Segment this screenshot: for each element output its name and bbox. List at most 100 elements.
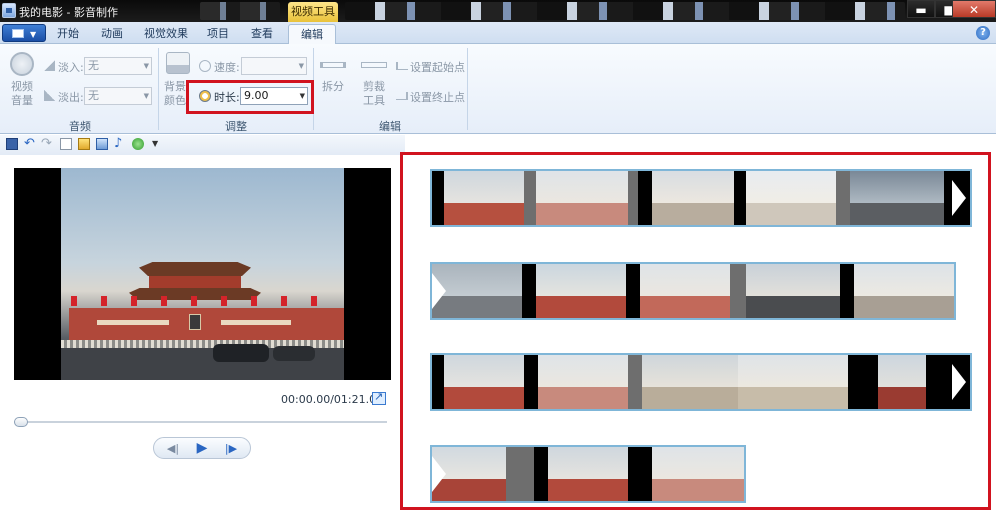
open-project-icon[interactable] bbox=[78, 138, 90, 150]
customize-toolbar-dropdown-icon[interactable]: ▼ bbox=[152, 138, 164, 150]
transition-marker[interactable] bbox=[432, 355, 444, 409]
fade-in-value: 无 bbox=[88, 59, 99, 72]
gate-roof-upper bbox=[139, 262, 251, 276]
video-tools-context-header: 视频工具 bbox=[288, 2, 338, 22]
banner-right bbox=[221, 320, 291, 325]
edit-group-label: 编辑 bbox=[379, 120, 401, 133]
group-divider bbox=[158, 48, 159, 130]
save-icon[interactable] bbox=[6, 138, 18, 150]
clip-frame[interactable] bbox=[536, 171, 628, 225]
video-preview[interactable] bbox=[14, 168, 391, 380]
preview-pane bbox=[0, 155, 405, 521]
clip-frame[interactable] bbox=[444, 171, 524, 225]
clip-frame[interactable] bbox=[854, 264, 954, 318]
clip-frame[interactable] bbox=[536, 264, 626, 318]
video-volume-button[interactable]: 视频 音量 bbox=[8, 80, 36, 108]
new-project-icon[interactable] bbox=[60, 138, 72, 150]
publish-icon[interactable] bbox=[132, 138, 144, 150]
arrow-right-icon bbox=[432, 456, 446, 492]
arrow-right-icon bbox=[432, 273, 446, 309]
seek-bar[interactable] bbox=[14, 421, 387, 423]
clip-frame[interactable] bbox=[642, 355, 738, 409]
tab-animations[interactable]: 动画 bbox=[96, 24, 128, 44]
undo-icon[interactable]: ↶ bbox=[24, 137, 36, 150]
clip-frame[interactable] bbox=[746, 171, 836, 225]
split-button[interactable]: 拆分 bbox=[319, 80, 347, 94]
playback-controls: ◀| ▶ |▶ bbox=[153, 437, 251, 459]
app-menu-button[interactable]: ▼ bbox=[2, 24, 46, 42]
transition-marker[interactable] bbox=[848, 355, 878, 409]
transition-marker[interactable] bbox=[524, 355, 538, 409]
tab-home[interactable]: 开始 bbox=[52, 24, 84, 44]
tab-view[interactable]: 查看 bbox=[246, 24, 278, 44]
transition-marker[interactable] bbox=[840, 264, 854, 318]
trim-label-line2: 工具 bbox=[363, 94, 385, 107]
app-icon[interactable] bbox=[2, 3, 16, 18]
storyboard-row bbox=[430, 353, 972, 411]
tab-project[interactable]: 项目 bbox=[202, 24, 234, 44]
fade-in-select[interactable]: 无 ▼ bbox=[84, 57, 152, 75]
split-icon bbox=[320, 62, 346, 68]
clip-frame[interactable] bbox=[444, 355, 524, 409]
add-music-icon[interactable]: ♪ bbox=[114, 137, 126, 150]
previous-frame-button[interactable]: ◀| bbox=[160, 440, 186, 457]
set-start-icon bbox=[396, 62, 408, 70]
transition-marker[interactable] bbox=[432, 171, 444, 225]
trim-label-line1: 剪裁 bbox=[363, 80, 385, 93]
speed-select[interactable]: ▼ bbox=[241, 57, 307, 75]
flags bbox=[71, 296, 341, 306]
fade-out-icon bbox=[44, 90, 55, 101]
duration-highlight-box bbox=[186, 80, 314, 114]
storyboard-row bbox=[430, 169, 972, 227]
fade-out-label: 淡出: bbox=[58, 91, 84, 104]
arrow-right-icon bbox=[952, 364, 966, 400]
set-end-point-button[interactable]: 设置终止点 bbox=[410, 89, 465, 105]
transition-marker[interactable] bbox=[628, 447, 652, 501]
close-button[interactable]: ✕ bbox=[952, 0, 996, 18]
minimize-button[interactable]: ▬ bbox=[907, 0, 935, 18]
chevron-down-icon: ▼ bbox=[143, 92, 149, 100]
seek-slider-thumb[interactable] bbox=[14, 417, 28, 427]
gate-pavilion bbox=[149, 276, 241, 290]
chevron-down-icon: ▼ bbox=[30, 30, 37, 39]
clip-frame[interactable] bbox=[738, 355, 848, 409]
video-volume-icon bbox=[10, 52, 34, 76]
clip-frame[interactable] bbox=[640, 264, 730, 318]
video-volume-label-line1: 视频 bbox=[11, 80, 33, 93]
transition-marker[interactable] bbox=[626, 264, 640, 318]
transition-marker[interactable] bbox=[522, 264, 536, 318]
redo-icon[interactable]: ↷ bbox=[41, 137, 53, 150]
chevron-down-icon: ▼ bbox=[143, 62, 149, 70]
transition-marker[interactable] bbox=[638, 171, 652, 225]
ribbon-panel: 视频 音量 淡入: 无 ▼ 淡出: 无 ▼ 音频 背景 颜色 速度: ▼ 时长:… bbox=[0, 44, 996, 134]
fade-out-value: 无 bbox=[88, 89, 99, 102]
clip-frame[interactable] bbox=[746, 264, 840, 318]
next-frame-button[interactable]: |▶ bbox=[218, 440, 244, 457]
clip-frame[interactable] bbox=[878, 355, 926, 409]
add-photos-icon[interactable] bbox=[96, 138, 108, 150]
transition-marker[interactable] bbox=[534, 447, 548, 501]
trim-icon bbox=[361, 62, 387, 68]
help-icon[interactable]: ? bbox=[976, 26, 990, 40]
fade-in-label: 淡入: bbox=[58, 61, 84, 74]
trim-tool-button[interactable]: 剪裁 工具 bbox=[360, 80, 388, 108]
ribbon-tab-bar: ▼ 开始 动画 视觉效果 项目 查看 编辑 ? bbox=[0, 22, 996, 44]
quick-access-toolbar: ↶ ↷ ♪ ▼ bbox=[0, 135, 405, 155]
clip-frame[interactable] bbox=[850, 171, 944, 225]
background-color-button[interactable]: 背景 颜色 bbox=[161, 80, 189, 108]
clip-frame[interactable] bbox=[538, 355, 628, 409]
play-button[interactable]: ▶ bbox=[188, 440, 216, 457]
fullscreen-button[interactable] bbox=[372, 390, 386, 405]
background-color-label-line1: 背景 bbox=[164, 80, 186, 93]
window-title: 我的电影 - 影音制作 bbox=[19, 6, 118, 19]
set-start-point-button[interactable]: 设置起始点 bbox=[410, 59, 465, 75]
clip-frame[interactable] bbox=[652, 171, 734, 225]
transition-marker[interactable] bbox=[734, 171, 746, 225]
clip-frame[interactable] bbox=[548, 447, 628, 501]
tab-edit[interactable]: 编辑 bbox=[288, 24, 336, 44]
clip-frame[interactable] bbox=[652, 447, 744, 501]
fade-out-select[interactable]: 无 ▼ bbox=[84, 87, 152, 105]
group-divider bbox=[467, 48, 468, 130]
tab-visual-effects[interactable]: 视觉效果 bbox=[140, 24, 192, 44]
storyboard-row bbox=[430, 262, 956, 320]
